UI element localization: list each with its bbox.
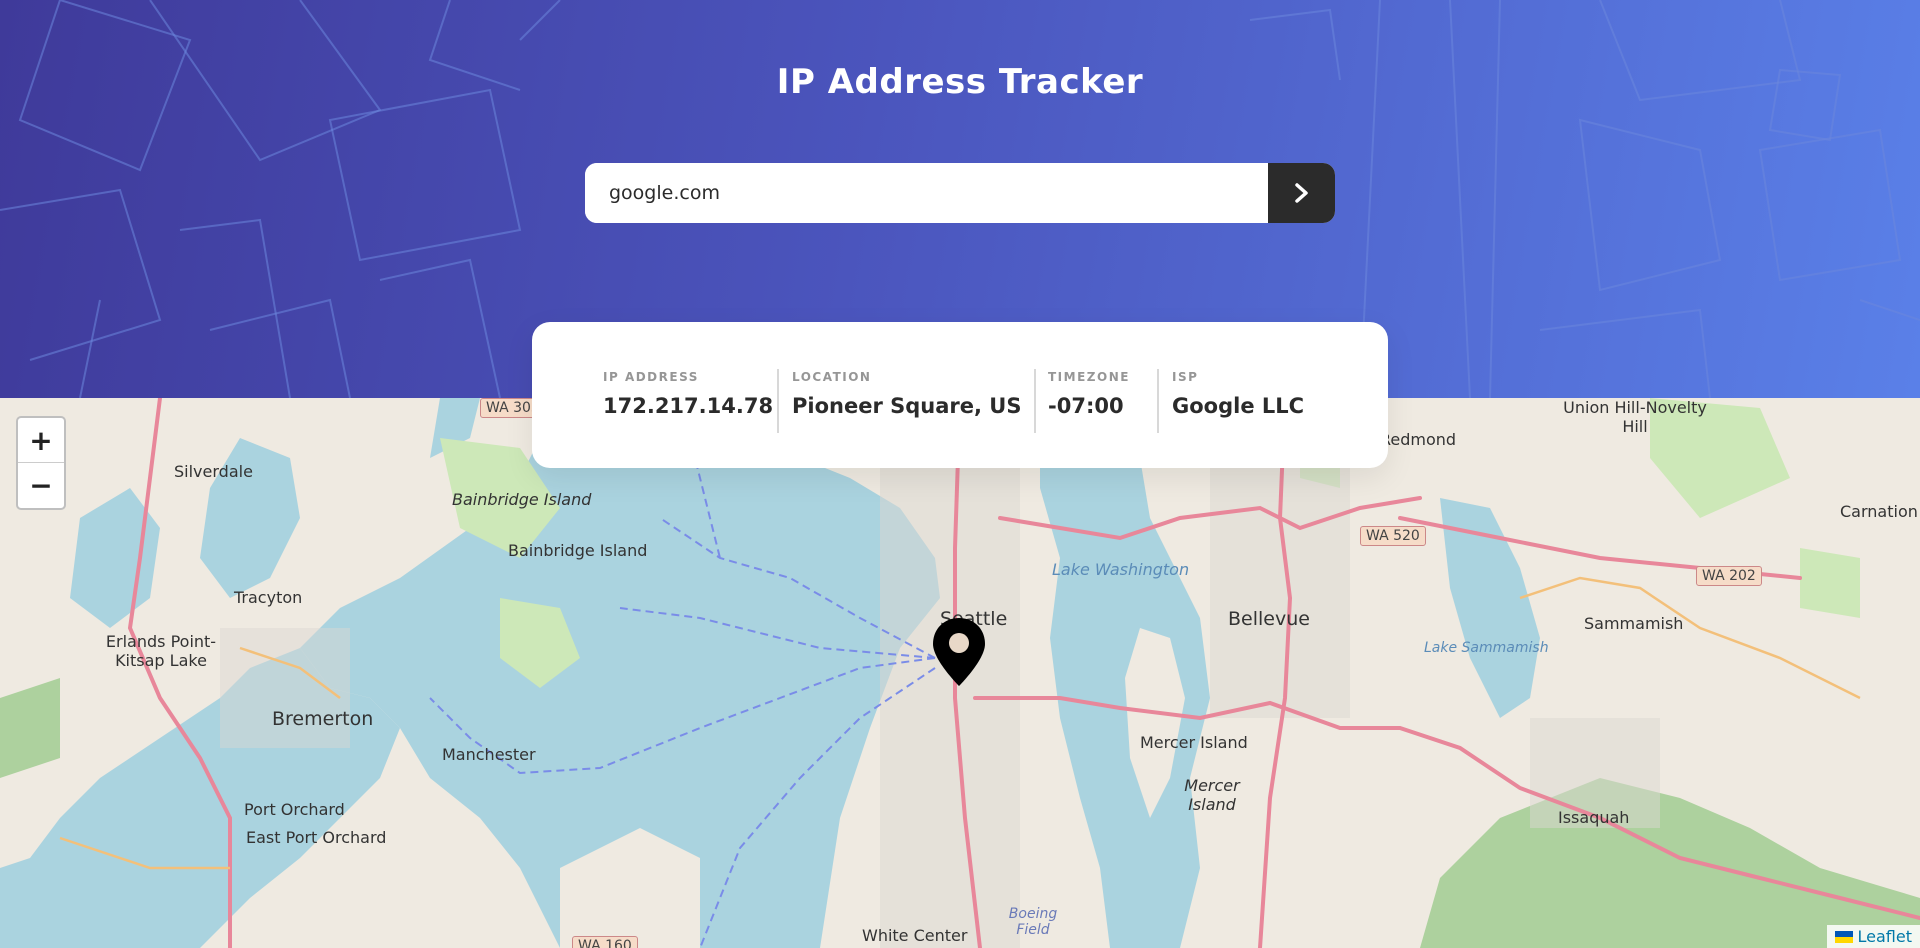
place-label: Mercer Island (1184, 776, 1240, 814)
search-submit-button[interactable] (1268, 163, 1335, 223)
isp-label: ISP (1172, 370, 1199, 384)
timezone-value: -07:00 (1048, 394, 1124, 418)
divider (1034, 369, 1036, 433)
water-label: Lake Sammamish (1424, 640, 1549, 656)
route-shield: WA 520 (1360, 526, 1426, 546)
place-label: Bellevue (1228, 608, 1310, 630)
divider (777, 369, 779, 433)
divider (1157, 369, 1159, 433)
location-marker-icon[interactable] (930, 616, 988, 688)
place-label: Redmond (1380, 430, 1457, 449)
search-input[interactable] (585, 163, 1268, 223)
place-label: Manchester (442, 745, 536, 764)
place-label: Erlands Point-Kitsap Lake (105, 632, 217, 670)
place-label: White Center (862, 926, 968, 945)
attribution-link[interactable]: Leaflet (1858, 927, 1912, 946)
place-label: Bainbridge Island (508, 541, 648, 560)
place-label: Sammamish (1584, 614, 1684, 633)
chevron-right-icon (1294, 183, 1308, 203)
water-label: Lake Washington (1052, 560, 1190, 579)
place-label: Bainbridge Island (452, 490, 592, 509)
isp-stat: ISP Google LLC (1172, 370, 1304, 430)
place-label: Boeing Field (1008, 906, 1058, 938)
map-attribution[interactable]: Leaflet (1826, 925, 1920, 948)
ip-address-stat: IP ADDRESS 172.217.14.78 (603, 370, 773, 430)
place-label: Union Hill-Novelty Hill (1563, 398, 1707, 436)
place-label: Port Orchard (244, 800, 345, 819)
location-stat: LOCATION Pioneer Square, US (792, 370, 1021, 430)
timezone-stat: TIMEZONE -07:00 (1048, 370, 1130, 430)
isp-value: Google LLC (1172, 394, 1305, 418)
place-label: Bremerton (272, 708, 374, 730)
search-bar (585, 163, 1335, 223)
ukraine-flag-icon (1834, 930, 1853, 943)
place-label: Silverdale (174, 462, 253, 481)
location-label: LOCATION (792, 370, 872, 384)
location-value: Pioneer Square, US (792, 394, 1022, 418)
ip-address-label: IP ADDRESS (603, 370, 699, 384)
ip-address-value: 172.217.14.78 (603, 394, 774, 418)
zoom-in-button[interactable]: + (18, 418, 64, 463)
zoom-control: + − (16, 416, 66, 510)
place-label: Issaquah (1558, 808, 1630, 827)
ip-info-card: IP ADDRESS 172.217.14.78 LOCATION Pionee… (532, 322, 1388, 468)
place-label: Tracyton (234, 588, 303, 607)
timezone-label: TIMEZONE (1048, 370, 1130, 384)
place-label: East Port Orchard (246, 828, 387, 847)
place-label: Carnation (1840, 502, 1918, 521)
route-shield: WA 202 (1696, 566, 1762, 586)
zoom-out-button[interactable]: − (18, 463, 64, 507)
place-label: Mercer Island (1140, 733, 1248, 752)
page-title: IP Address Tracker (776, 62, 1144, 102)
route-shield: WA 160 (572, 936, 638, 948)
